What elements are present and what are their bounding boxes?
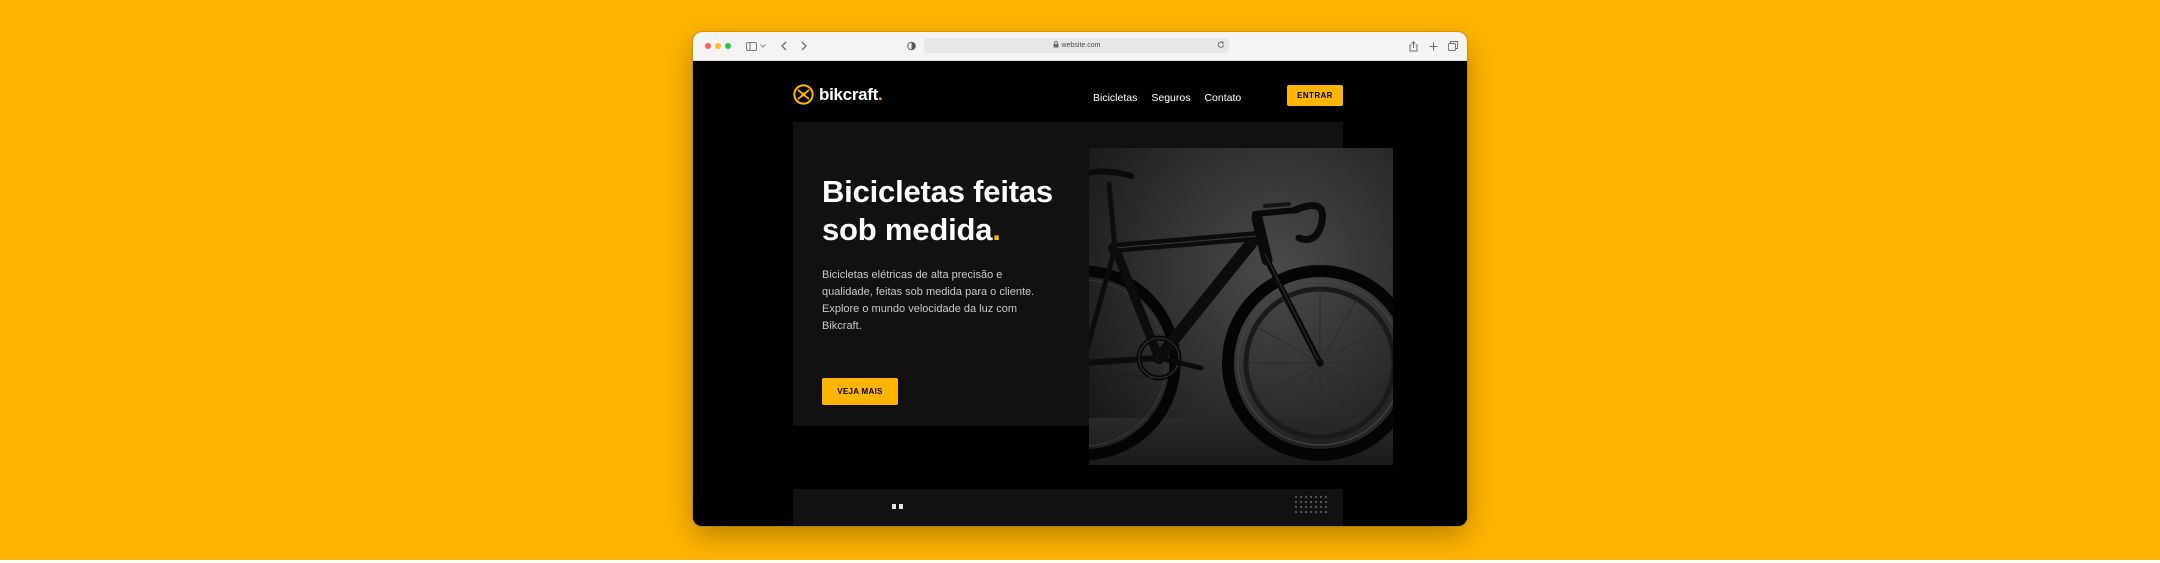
hero-description: Bicicletas elétricas de alta precisão e … <box>822 269 1035 332</box>
back-icon[interactable] <box>779 39 789 53</box>
address-url: website.com <box>1061 42 1101 49</box>
enter-button[interactable]: ENTRAR <box>1287 85 1343 106</box>
browser-toolbar: website.com <box>693 32 1467 61</box>
lock-icon <box>1053 41 1059 50</box>
brand-logo[interactable]: bikcraft. <box>793 84 883 105</box>
brand-name: bikcraft <box>819 84 879 104</box>
zoom-window-button[interactable] <box>725 43 731 49</box>
chevron-down-icon[interactable] <box>759 39 766 53</box>
next-section-panel <box>793 489 1343 526</box>
hero-title: Bicicletas feitas sob medida. <box>822 173 1092 249</box>
bike-wheel-logo-icon <box>793 84 814 105</box>
reload-icon[interactable] <box>1216 40 1226 50</box>
new-tab-icon[interactable] <box>1428 39 1438 53</box>
close-window-button[interactable] <box>705 43 711 49</box>
hero-title-dot: . <box>992 212 1001 247</box>
sidebar-icon[interactable] <box>745 39 757 53</box>
nav-link-bicicletas[interactable]: Bicicletas <box>1093 92 1137 104</box>
minimize-window-button[interactable] <box>715 43 721 49</box>
address-bar[interactable]: website.com <box>924 38 1229 53</box>
bicycle-illustration <box>1089 148 1393 465</box>
page-viewport: bikcraft. Bicicletas Seguros Contato ENT… <box>693 61 1467 526</box>
nav-link-contato[interactable]: Contato <box>1204 92 1241 104</box>
browser-window: website.com bikcraft. Bicicletas Seguros… <box>693 32 1467 526</box>
privacy-shield-icon[interactable] <box>906 39 916 53</box>
see-more-button[interactable]: VEJA MAIS <box>822 378 898 405</box>
brand-dot: . <box>878 84 883 104</box>
main-nav: Bicicletas Seguros Contato <box>1093 92 1241 104</box>
forward-icon[interactable] <box>799 39 809 53</box>
tabs-overview-icon[interactable] <box>1448 39 1458 53</box>
decorative-dot-grid <box>1294 495 1328 514</box>
hero-title-line1: Bicicletas feitas <box>822 174 1053 209</box>
nav-link-seguros[interactable]: Seguros <box>1151 92 1190 104</box>
share-icon[interactable] <box>1408 39 1418 53</box>
hero-title-line2: sob medida <box>822 212 993 247</box>
quote-mark-icon <box>892 504 903 509</box>
hero-bicycle-image <box>1089 148 1393 465</box>
